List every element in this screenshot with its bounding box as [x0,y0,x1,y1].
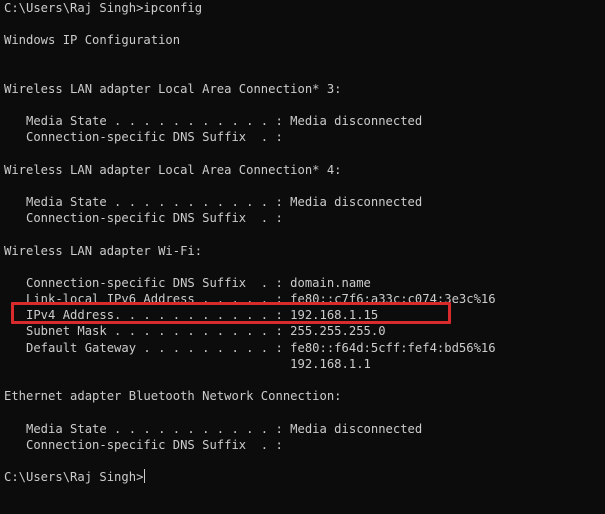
wifi-default-gateway: Default Gateway . . . . . . . . . : fe80… [4,341,496,355]
adapter-heading-lac4: Wireless LAN adapter Local Area Connecti… [4,163,342,177]
bluetooth-dns-suffix: Connection-specific DNS Suffix . : [4,438,283,452]
prompt-text: C:\Users\Raj Singh> [4,470,144,484]
lac4-dns-suffix: Connection-specific DNS Suffix . : [4,211,283,225]
prompt-command-line: C:\Users\Raj Singh>ipconfig [4,1,203,15]
adapter-heading-wifi: Wireless LAN adapter Wi-Fi: [4,244,203,258]
prompt-line[interactable]: C:\Users\Raj Singh> [4,469,146,485]
ip-config-heading: Windows IP Configuration [4,33,181,47]
adapter-heading-lac3: Wireless LAN adapter Local Area Connecti… [4,82,342,96]
bluetooth-media-state: Media State . . . . . . . . . . . : Medi… [4,422,423,436]
wifi-dns-suffix: Connection-specific DNS Suffix . : domai… [4,276,371,290]
lac4-media-state: Media State . . . . . . . . . . . : Medi… [4,195,423,209]
text-cursor [144,469,146,483]
ipv4-highlight-box [11,302,451,324]
wifi-default-gateway-ipv4: 192.168.1.1 [4,357,371,371]
terminal-window[interactable]: C:\Users\Raj Singh>ipconfig Windows IP C… [0,0,605,514]
wifi-subnet-mask: Subnet Mask . . . . . . . . . . . : 255.… [4,324,386,338]
lac3-dns-suffix: Connection-specific DNS Suffix . : [4,130,283,144]
lac3-media-state: Media State . . . . . . . . . . . : Medi… [4,114,423,128]
adapter-heading-bluetooth: Ethernet adapter Bluetooth Network Conne… [4,389,342,403]
